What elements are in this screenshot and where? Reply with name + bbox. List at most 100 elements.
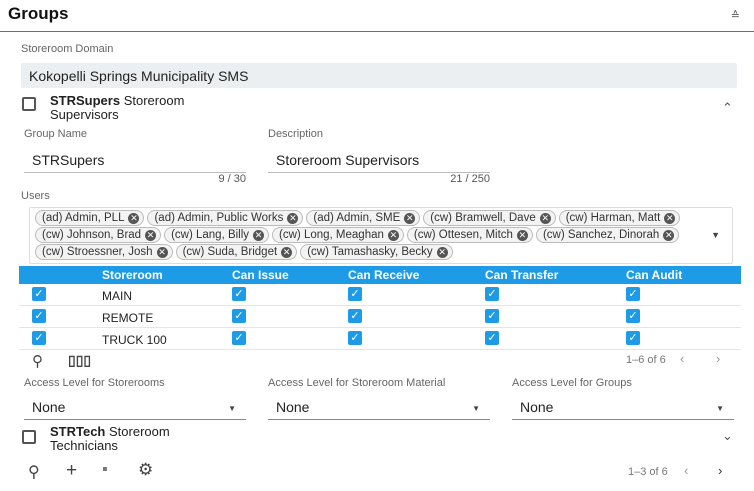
description-counter: 21 / 250 — [450, 173, 490, 185]
remove-user-icon[interactable]: ✕ — [253, 229, 265, 241]
can-audit-checkbox[interactable]: ✓ — [626, 287, 640, 301]
prev-page-button[interactable]: ‹ — [680, 351, 684, 366]
group-description-line1: Storeroom — [123, 93, 185, 108]
can-transfer-checkbox[interactable]: ✓ — [485, 309, 499, 323]
remove-user-icon[interactable]: ✕ — [156, 246, 168, 258]
remove-user-icon[interactable]: ✕ — [516, 229, 528, 241]
user-chip-label: (cw) Stroessner, Josh — [42, 246, 153, 258]
user-chip[interactable]: (cw) Ottesen, Mitch ✕ — [406, 227, 533, 243]
user-chip[interactable]: (cw) Johnson, Brad ✕ — [35, 227, 162, 243]
row-select-checkbox[interactable]: ✓ — [32, 331, 46, 345]
user-chip[interactable]: (cw) Tamashasky, Becky ✕ — [300, 244, 453, 260]
remove-user-icon[interactable]: ✕ — [404, 212, 416, 224]
col-can-receive[interactable]: Can Receive — [348, 268, 419, 282]
remove-user-icon[interactable]: ✕ — [663, 229, 675, 241]
storeroom-table-header: Storeroom Can Issue Can Receive Can Tran… — [19, 266, 741, 284]
user-chip-label: (cw) Tamashasky, Becky — [307, 246, 433, 258]
user-chip-label: (ad) Admin, Public Works — [154, 212, 284, 224]
prev-page-button[interactable]: ‹ — [684, 463, 688, 478]
access-material-select[interactable]: None ▼ — [268, 396, 490, 420]
user-chip[interactable]: (cw) Sanchez, Dinorah ✕ — [535, 227, 680, 243]
col-can-audit[interactable]: Can Audit — [626, 268, 682, 282]
remove-user-icon[interactable]: ✕ — [664, 212, 676, 224]
settings-gear-icon[interactable]: ⚙ — [138, 460, 153, 480]
table-pager: 1–6 of 6 — [626, 354, 666, 366]
remove-user-icon[interactable]: ✕ — [287, 212, 299, 224]
groups-pager: 1–3 of 6 — [628, 466, 668, 478]
remove-user-icon[interactable]: ✕ — [281, 246, 293, 258]
description-input[interactable]: Storeroom Supervisors — [268, 147, 490, 173]
can-issue-checkbox[interactable]: ✓ — [232, 331, 246, 345]
can-transfer-checkbox[interactable]: ✓ — [485, 331, 499, 345]
users-multiselect[interactable]: (ad) Admin, PLL ✕ (ad) Admin, Public Works… — [29, 207, 733, 264]
chevron-down-icon[interactable]: ⌄ — [722, 428, 733, 444]
remove-user-icon[interactable]: ✕ — [145, 229, 157, 241]
can-audit-checkbox[interactable]: ✓ — [626, 309, 640, 323]
storeroom-name: REMOTE — [102, 311, 154, 325]
remove-user-icon[interactable]: ✕ — [128, 212, 140, 224]
add-icon[interactable]: + — [66, 460, 77, 482]
can-receive-checkbox[interactable]: ✓ — [348, 309, 362, 323]
access-material-value: None — [276, 399, 310, 415]
groups-header: Groups ≙ — [0, 0, 754, 32]
group-select-checkbox-strtech[interactable] — [22, 430, 36, 444]
group-name-input[interactable]: STRSupers — [24, 147, 246, 173]
user-chip-label: (ad) Admin, SME — [313, 212, 401, 224]
can-issue-checkbox[interactable]: ✓ — [232, 309, 246, 323]
row-select-checkbox[interactable]: ✓ — [32, 309, 46, 323]
user-chip[interactable]: (cw) Bramwell, Dave ✕ — [423, 210, 556, 226]
access-storerooms-select[interactable]: None ▼ — [24, 396, 246, 420]
storeroom-name: TRUCK 100 — [102, 333, 167, 347]
remove-user-icon[interactable]: ✕ — [387, 229, 399, 241]
chevron-up-icon[interactable]: ⌃ — [722, 100, 733, 116]
table-row[interactable]: ✓ ✓ ✓ ✓ ✓ MAIN — [19, 284, 741, 306]
access-groups-select[interactable]: None ▼ — [512, 396, 734, 420]
access-groups-label: Access Level for Groups — [512, 377, 632, 389]
col-can-issue[interactable]: Can Issue — [232, 268, 289, 282]
search-icon[interactable]: ⚲ — [28, 462, 40, 482]
next-page-button[interactable]: › — [716, 351, 720, 366]
user-chip[interactable]: (cw) Suda, Bridget ✕ — [175, 244, 298, 260]
user-chip[interactable]: (cw) Stroessner, Josh ✕ — [35, 244, 173, 260]
user-chip[interactable]: (ad) Admin, Public Works ✕ — [147, 210, 304, 226]
user-chip[interactable]: (cw) Long, Meaghan ✕ — [272, 227, 404, 243]
delete-icon[interactable]: ▪ — [102, 461, 108, 479]
group-description-line2: Supervisors — [50, 107, 119, 122]
description-label: Description — [268, 128, 324, 140]
group-header-strtech[interactable]: STRTech Storeroom Technicians — [50, 425, 170, 453]
user-chip-label: (cw) Lang, Billy — [171, 229, 250, 241]
search-icon[interactable]: ⚲ — [32, 352, 43, 370]
columns-icon[interactable]: ▯▯▯ — [68, 352, 91, 369]
dropdown-arrow-icon: ▼ — [228, 404, 236, 413]
users-dropdown-icon[interactable]: ▼ — [711, 230, 720, 240]
table-row[interactable]: ✓ ✓ ✓ ✓ ✓ REMOTE — [19, 306, 741, 328]
user-chip-label: (cw) Long, Meaghan — [279, 229, 384, 241]
can-issue-checkbox[interactable]: ✓ — [232, 287, 246, 301]
user-chip[interactable]: (ad) Admin, PLL ✕ — [35, 210, 145, 226]
can-transfer-checkbox[interactable]: ✓ — [485, 287, 499, 301]
user-chip[interactable]: (cw) Lang, Billy ✕ — [164, 227, 270, 243]
remove-user-icon[interactable]: ✕ — [539, 212, 551, 224]
next-page-button[interactable]: › — [718, 463, 722, 478]
dropdown-arrow-icon: ▼ — [716, 404, 724, 413]
row-select-checkbox[interactable]: ✓ — [32, 287, 46, 301]
can-receive-checkbox[interactable]: ✓ — [348, 287, 362, 301]
group-name-counter: 9 / 30 — [218, 173, 246, 185]
col-can-transfer[interactable]: Can Transfer — [485, 268, 558, 282]
can-receive-checkbox[interactable]: ✓ — [348, 331, 362, 345]
user-chip-list: (ad) Admin, PLL ✕ (ad) Admin, Public Works… — [35, 210, 695, 260]
access-groups-value: None — [520, 399, 554, 415]
user-chip-label: (cw) Suda, Bridget — [182, 246, 278, 258]
user-chip-label: (cw) Sanchez, Dinorah — [542, 229, 660, 241]
storeroom-name: MAIN — [102, 289, 132, 303]
user-chip[interactable]: (cw) Harman, Matt ✕ — [558, 210, 681, 226]
col-storeroom[interactable]: Storeroom — [102, 268, 163, 282]
can-audit-checkbox[interactable]: ✓ — [626, 331, 640, 345]
group-select-checkbox-strsupers[interactable] — [22, 97, 36, 111]
group-header-strsupers[interactable]: STRSupers Storeroom Supervisors — [50, 94, 184, 122]
remove-user-icon[interactable]: ✕ — [436, 246, 448, 258]
table-row[interactable]: ✓ ✓ ✓ ✓ ✓ TRUCK 100 — [19, 328, 741, 350]
user-chip[interactable]: (ad) Admin, SME ✕ — [306, 210, 421, 226]
collapse-section-icon[interactable]: ≙ — [731, 9, 740, 22]
user-chip-label: (cw) Harman, Matt — [565, 212, 661, 224]
